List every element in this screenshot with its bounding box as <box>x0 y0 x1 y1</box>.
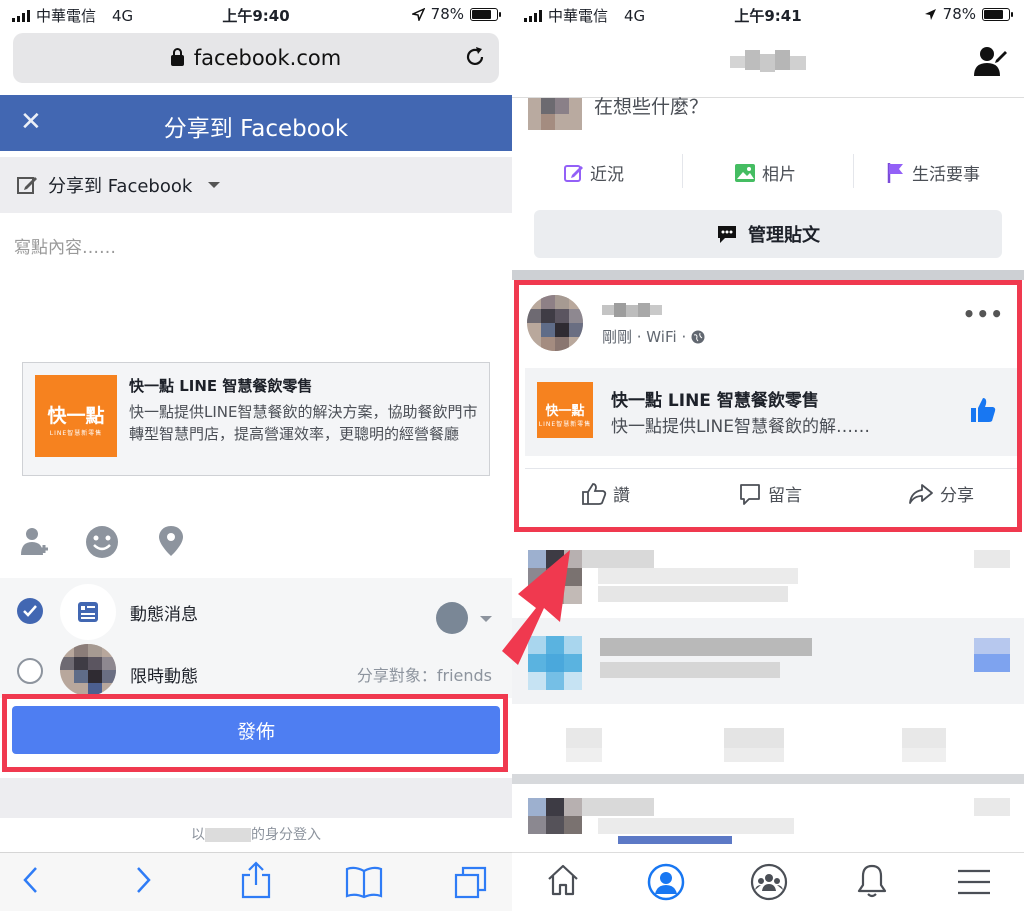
bell-icon[interactable] <box>856 863 888 903</box>
status-bar: 中華電信 4G 上午9:41 78% <box>512 0 1024 30</box>
compose-input[interactable]: 寫點內容…… <box>14 233 116 258</box>
redacted-username <box>205 828 251 842</box>
tab-separator <box>853 154 854 188</box>
shared-post-highlight <box>514 280 1022 532</box>
globe-icon[interactable] <box>436 602 468 634</box>
profile-name-redacted <box>730 50 806 72</box>
location-arrow-icon <box>411 7 425 21</box>
tag-friends-icon[interactable] <box>20 525 52 561</box>
status-right: 78% <box>924 5 1013 23</box>
tab-life-event[interactable]: 生活要事 <box>886 160 980 185</box>
tabs-icon[interactable] <box>454 865 488 903</box>
blurred-feed <box>512 532 1024 852</box>
brand-logo-text: 快一點 <box>47 405 105 427</box>
status-bar: 中華電信 4G 上午9:40 78% <box>0 0 512 30</box>
logged-in-as: 以 的身分登入 <box>0 824 512 844</box>
profile-header <box>512 30 1024 98</box>
share-target-label: 分享到 Facebook <box>48 176 193 197</box>
tab-photo-label: 相片 <box>762 165 796 185</box>
tab-status[interactable]: 近況 <box>564 160 624 185</box>
profile-icon[interactable] <box>647 863 685 905</box>
tab-photo[interactable]: 相片 <box>734 160 796 185</box>
share-icon[interactable] <box>240 861 272 903</box>
tab-status-label: 近況 <box>590 165 624 185</box>
user-avatar <box>528 98 582 130</box>
forward-icon[interactable] <box>134 865 154 899</box>
safari-toolbar <box>0 852 512 911</box>
logged-in-suffix: 的身分登入 <box>251 827 321 843</box>
right-screen: 中華電信 4G 上午9:41 78% 在想些什麼？ 近況 相片 生活要事 管理貼… <box>512 0 1024 911</box>
brand-logo-subtext: LINE智慧新零售 <box>49 430 103 437</box>
share-dialog-title: 分享到 Facebook <box>163 116 349 142</box>
feeling-icon[interactable] <box>85 525 119 563</box>
dialog-footer <box>0 778 512 818</box>
news-feed-checkbox[interactable] <box>17 598 43 624</box>
groups-icon[interactable] <box>750 863 788 905</box>
chevron-down-icon <box>208 182 221 188</box>
logged-in-prefix: 以 <box>191 827 205 843</box>
battery-percent: 78% <box>430 5 464 23</box>
photo-icon <box>735 163 755 182</box>
battery-percent: 78% <box>942 5 976 23</box>
back-icon[interactable] <box>20 865 40 899</box>
lock-icon <box>170 47 184 66</box>
composer-tabs: 近況 相片 生活要事 <box>512 152 1024 198</box>
bookmarks-icon[interactable] <box>345 865 383 903</box>
home-icon[interactable] <box>546 863 580 901</box>
speech-bubble-icon <box>718 226 736 243</box>
location-arrow-icon <box>924 8 936 20</box>
link-title: 快一點 LINE 智慧餐飲零售 <box>129 377 313 395</box>
url-text: facebook.com <box>193 46 342 70</box>
tab-separator <box>682 154 683 188</box>
share-audience-options: 動態消息 限時動態 分享對象：friends <box>0 578 512 698</box>
address-bar[interactable]: facebook.com <box>13 33 499 83</box>
edit-icon <box>564 164 583 182</box>
news-feed-icon <box>60 584 116 640</box>
share-dialog-header: ✕ 分享到 Facebook <box>0 95 512 151</box>
manage-posts-label: 管理貼文 <box>748 225 820 246</box>
facebook-tab-bar <box>512 852 1024 911</box>
reload-icon[interactable] <box>463 45 487 69</box>
avatar <box>60 644 116 696</box>
battery-icon <box>982 7 1013 21</box>
section-divider <box>512 270 1024 280</box>
brand-logo: 快一點 LINE智慧新零售 <box>35 375 117 457</box>
tab-life-event-label: 生活要事 <box>912 165 980 185</box>
link-preview-card: 快一點 LINE智慧新零售 快一點 LINE 智慧餐飲零售 快一點提供LINE智… <box>22 362 490 476</box>
compose-tools <box>0 520 512 570</box>
location-pin-icon[interactable] <box>158 525 184 561</box>
left-screen: 中華電信 4G 上午9:40 78% facebook.com ✕ 分享到 Fa… <box>0 0 512 911</box>
edit-profile-icon[interactable] <box>974 46 1008 80</box>
menu-icon[interactable] <box>958 869 990 899</box>
flag-icon <box>887 162 903 183</box>
story-label: 限時動態 <box>130 667 198 687</box>
edit-icon <box>17 177 37 194</box>
news-feed-label: 動態消息 <box>130 605 198 625</box>
manage-posts-button[interactable]: 管理貼文 <box>534 210 1002 258</box>
story-audience-text[interactable]: 分享對象：friends <box>357 662 492 686</box>
whats-on-mind-input[interactable]: 在想些什麼？ <box>594 92 708 119</box>
story-radio[interactable] <box>17 658 43 684</box>
status-right: 78% <box>411 5 501 23</box>
link-description: 快一點提供LINE智慧餐飲的解決方案，協助餐飲門市轉型智慧門店，提高營運效率，更… <box>129 403 478 443</box>
battery-icon <box>470 7 501 21</box>
annotation-arrow <box>502 550 570 665</box>
post-button[interactable]: 發佈 <box>12 706 500 754</box>
share-target-selector[interactable]: 分享到 Facebook <box>0 157 512 213</box>
